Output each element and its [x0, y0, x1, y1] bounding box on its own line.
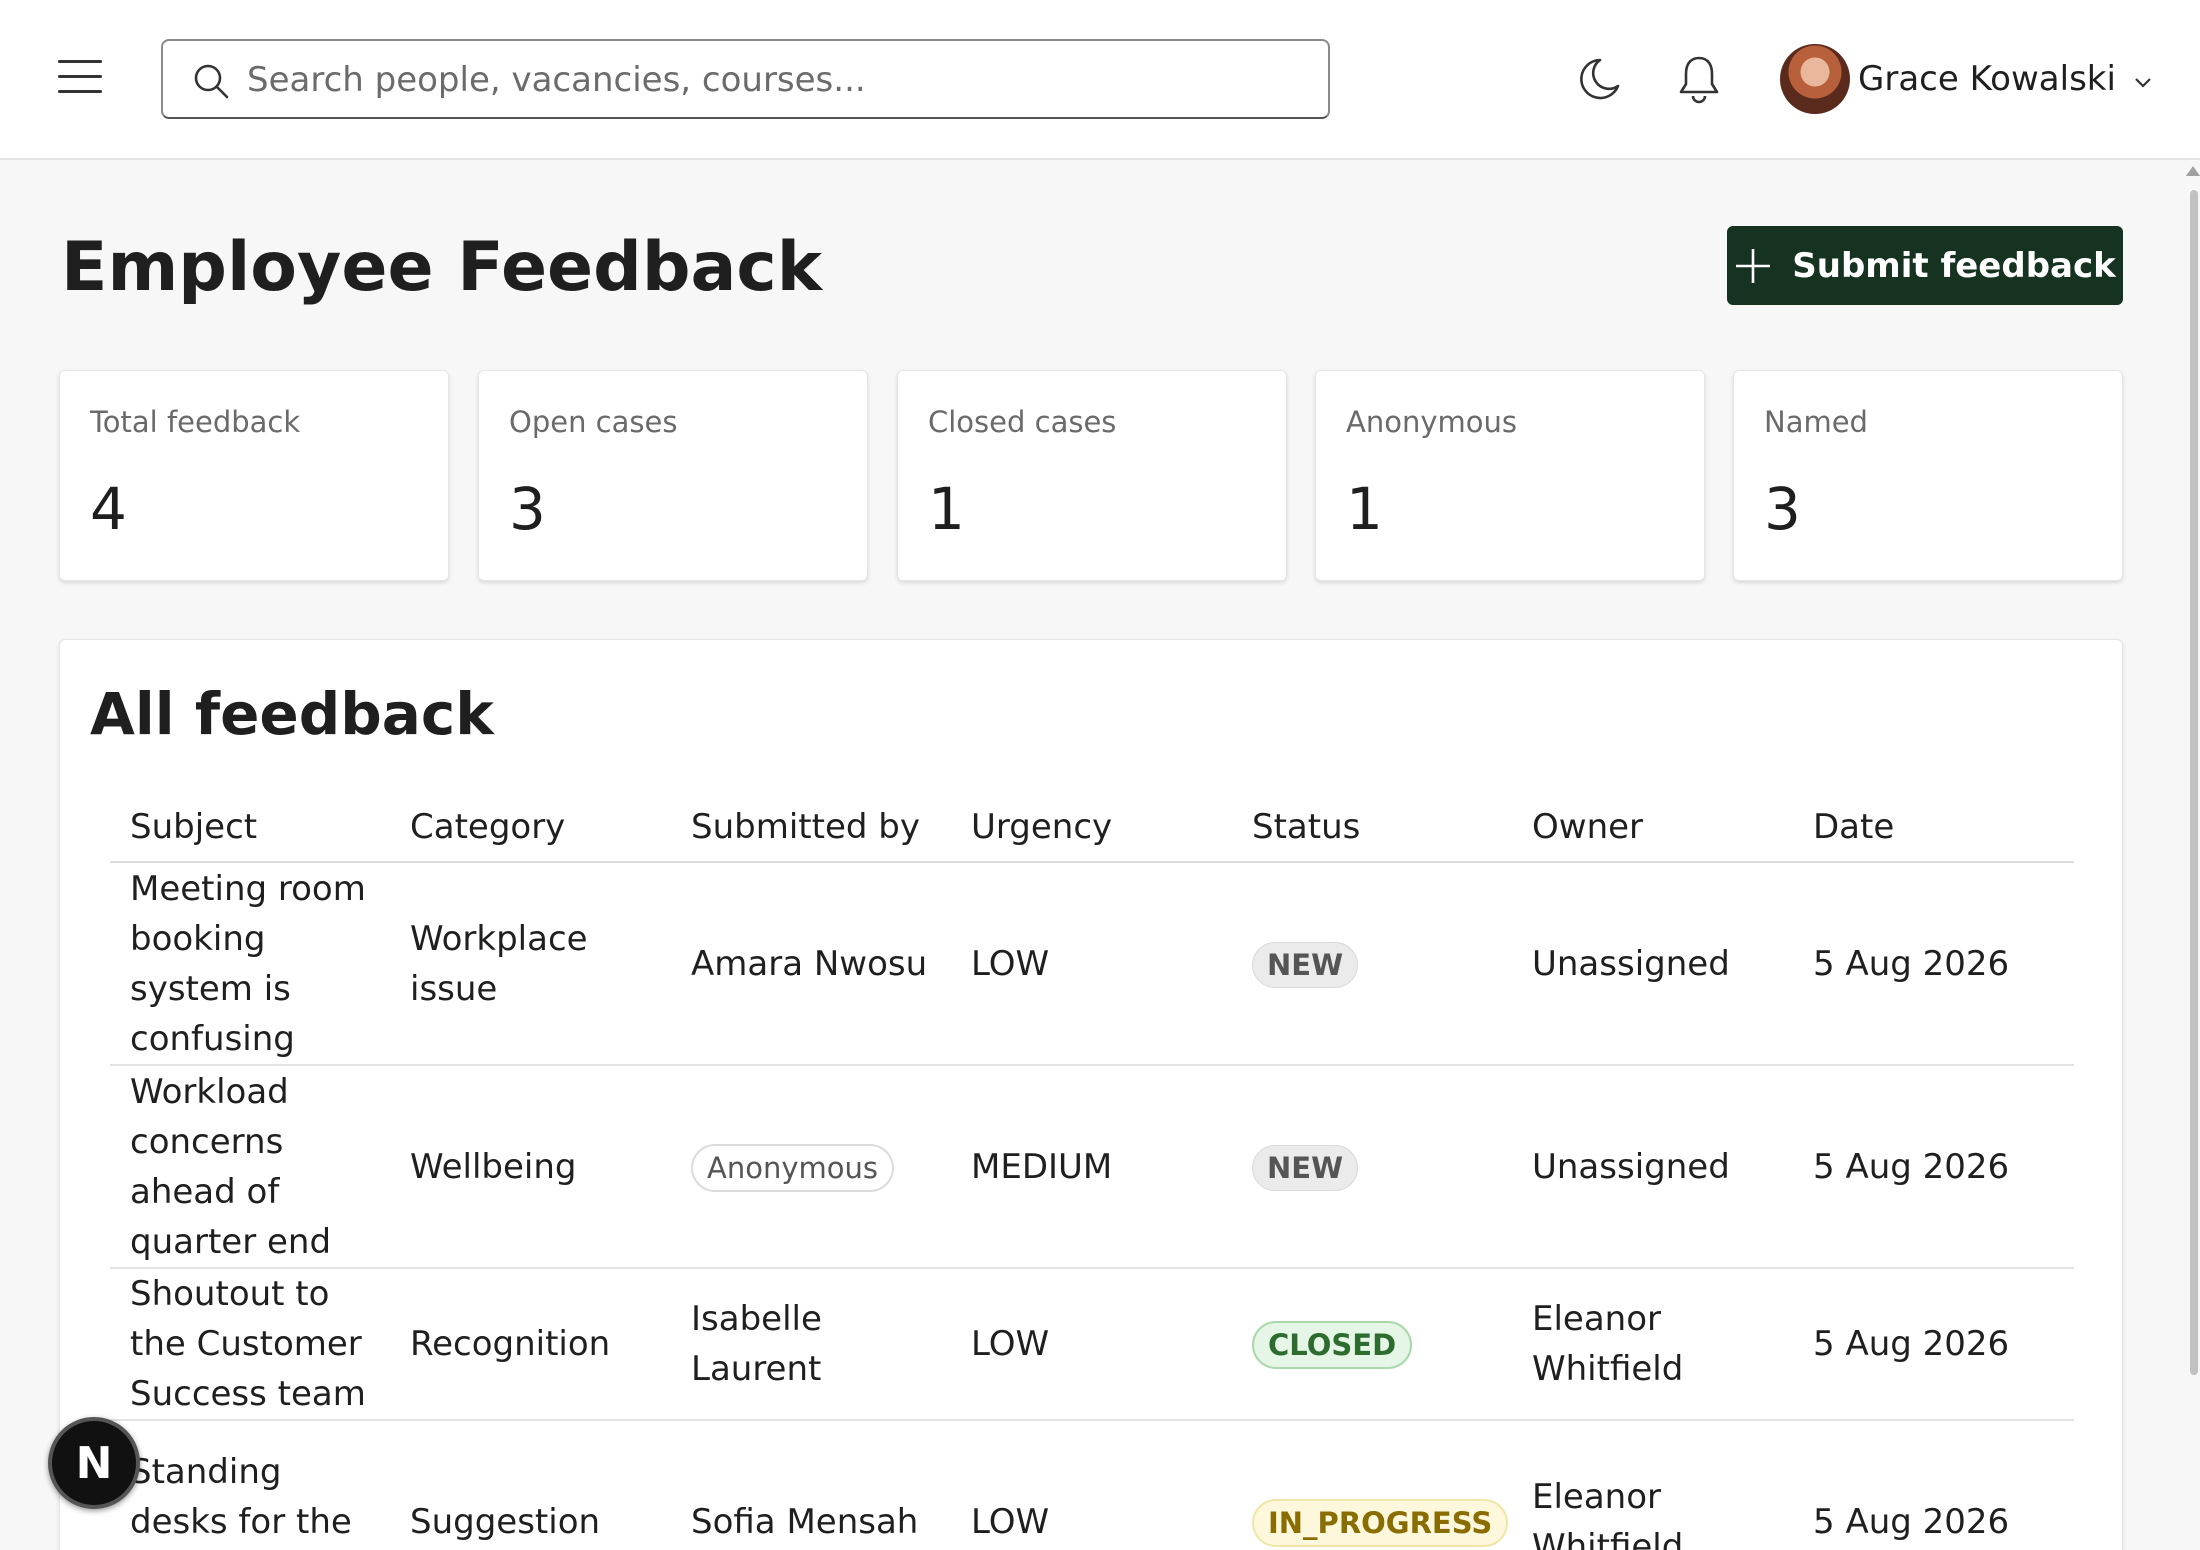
- column-header-date[interactable]: Date: [1793, 792, 2074, 863]
- cell-status: NEW: [1232, 862, 1512, 1066]
- feedback-table: Subject Category Submitted by Urgency St…: [110, 792, 2074, 1550]
- user-name: Grace Kowalski: [1858, 59, 2116, 99]
- search-box[interactable]: [161, 39, 1330, 119]
- cell-urgency: LOW: [951, 1420, 1232, 1550]
- cell-submitted-by: Sofia Mensah: [671, 1420, 951, 1550]
- cell-owner: Eleanor Whitfield: [1512, 1420, 1793, 1550]
- stat-label: Open cases: [509, 405, 678, 439]
- column-header-owner[interactable]: Owner: [1512, 792, 1793, 863]
- stat-value: 3: [509, 475, 546, 543]
- cell-category: Workplace issue: [390, 862, 671, 1066]
- page-title: Employee Feedback: [61, 228, 822, 307]
- feedback-panel: All feedback Subject Category Submitted …: [59, 639, 2123, 1550]
- anonymous-badge: Anonymous: [691, 1143, 894, 1192]
- menu-icon[interactable]: [58, 60, 102, 94]
- cell-subject: Standing desks for the engineering: [110, 1420, 390, 1550]
- stat-value: 1: [928, 475, 965, 543]
- chevron-down-icon: [2135, 78, 2151, 88]
- table-header-row: Subject Category Submitted by Urgency St…: [110, 792, 2074, 863]
- avatar: [1780, 44, 1850, 114]
- nextjs-dev-badge[interactable]: N: [48, 1417, 140, 1509]
- moon-icon[interactable]: [1576, 52, 1626, 106]
- stat-label: Closed cases: [928, 405, 1117, 439]
- cell-date: 5 Aug 2026: [1793, 862, 2074, 1066]
- search-icon: [194, 64, 229, 99]
- cell-submitted-by: Anonymous: [671, 1065, 951, 1269]
- cell-urgency: LOW: [951, 862, 1232, 1066]
- cell-subject: Meeting room booking system is confusing: [110, 862, 390, 1066]
- cell-urgency: LOW: [951, 1268, 1232, 1421]
- status-badge: CLOSED: [1252, 1321, 1413, 1369]
- column-header-status[interactable]: Status: [1232, 792, 1512, 863]
- status-badge: IN_PROGRESS: [1252, 1498, 1509, 1547]
- table-row[interactable]: Standing desks for the engineering Sugge…: [110, 1420, 2074, 1550]
- scrollbar-thumb[interactable]: [2190, 190, 2198, 1375]
- status-badge: NEW: [1252, 1144, 1359, 1191]
- stat-card-anonymous: Anonymous 1: [1315, 370, 1705, 581]
- cell-subject: Workload concerns ahead of quarter end: [110, 1065, 390, 1269]
- submit-feedback-button[interactable]: Submit feedback: [1727, 226, 2123, 305]
- table-row[interactable]: Meeting room booking system is confusing…: [110, 862, 2074, 1066]
- panel-title: All feedback: [90, 680, 494, 748]
- stat-card-closed: Closed cases 1: [897, 370, 1287, 581]
- cell-subject: Shoutout to the Customer Success team: [110, 1268, 390, 1421]
- cell-date: 5 Aug 2026: [1793, 1268, 2074, 1421]
- cell-category: Wellbeing: [390, 1065, 671, 1269]
- bell-icon[interactable]: [1674, 52, 1724, 106]
- stat-label: Named: [1764, 405, 1868, 439]
- search-input[interactable]: [247, 55, 1307, 105]
- nextjs-badge-letter: N: [75, 1437, 113, 1489]
- cell-owner: Unassigned: [1512, 862, 1793, 1066]
- user-menu[interactable]: Grace Kowalski: [1780, 43, 2156, 115]
- stats-row: Total feedback 4 Open cases 3 Closed cas…: [59, 370, 2123, 581]
- cell-date: 5 Aug 2026: [1793, 1420, 2074, 1550]
- cell-submitted-by: Amara Nwosu: [671, 862, 951, 1066]
- stat-card-total: Total feedback 4: [59, 370, 449, 581]
- status-badge: NEW: [1252, 941, 1359, 988]
- stat-label: Total feedback: [90, 405, 301, 439]
- cell-category: Suggestion: [390, 1420, 671, 1550]
- column-header-submitted-by[interactable]: Submitted by: [671, 792, 951, 863]
- stat-label: Anonymous: [1346, 405, 1517, 439]
- cell-owner: Unassigned: [1512, 1065, 1793, 1269]
- cell-status: IN_PROGRESS: [1232, 1420, 1512, 1550]
- cell-status: CLOSED: [1232, 1268, 1512, 1421]
- cell-status: NEW: [1232, 1065, 1512, 1269]
- stat-card-open: Open cases 3: [478, 370, 868, 581]
- column-header-category[interactable]: Category: [390, 792, 671, 863]
- table-row[interactable]: Workload concerns ahead of quarter end W…: [110, 1065, 2074, 1269]
- top-bar: Grace Kowalski: [0, 0, 2200, 160]
- cell-urgency: MEDIUM: [951, 1065, 1232, 1269]
- cell-category: Recognition: [390, 1268, 671, 1421]
- stat-value: 3: [1764, 475, 1801, 543]
- column-header-subject[interactable]: Subject: [110, 792, 390, 863]
- cell-owner: Eleanor Whitfield: [1512, 1268, 1793, 1421]
- scroll-up-arrow[interactable]: [2186, 166, 2200, 176]
- table-row[interactable]: Shoutout to the Customer Success team Re…: [110, 1268, 2074, 1421]
- stat-card-named: Named 3: [1733, 370, 2123, 581]
- plus-icon: [1736, 248, 1771, 283]
- cell-submitted-by: Isabelle Laurent: [671, 1268, 951, 1421]
- column-header-urgency[interactable]: Urgency: [951, 792, 1232, 863]
- submit-feedback-label: Submit feedback: [1792, 245, 2116, 286]
- stat-value: 4: [90, 475, 127, 543]
- cell-date: 5 Aug 2026: [1793, 1065, 2074, 1269]
- stat-value: 1: [1346, 475, 1383, 543]
